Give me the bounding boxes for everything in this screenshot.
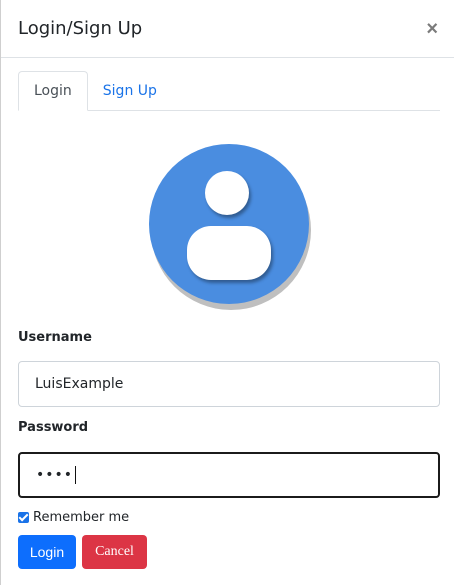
login-modal: Login/Sign Up × Login Sign Up Username L… — [0, 0, 454, 585]
username-input[interactable]: LuisExample — [18, 361, 440, 407]
password-label: Password — [18, 420, 89, 435]
remember-label: Remember me — [33, 510, 130, 525]
password-input[interactable]: •••• — [18, 452, 440, 498]
username-label: Username — [18, 330, 92, 345]
tab-login[interactable]: Login — [18, 71, 88, 111]
tab-bar: Login Sign Up — [18, 71, 440, 111]
close-button[interactable]: × — [426, 19, 438, 39]
modal-header: Login/Sign Up × — [1, 0, 454, 58]
avatar-body — [187, 226, 271, 280]
avatar-area — [18, 111, 440, 326]
remember-checkbox[interactable] — [18, 512, 29, 523]
modal-body: Login Sign Up — [1, 58, 454, 326]
login-button[interactable]: Login — [18, 535, 76, 569]
avatar-head — [205, 171, 249, 215]
user-avatar-icon — [149, 144, 309, 304]
remember-me[interactable]: Remember me — [18, 510, 129, 525]
tab-sign-up[interactable]: Sign Up — [88, 71, 172, 110]
text-caret — [75, 466, 77, 484]
cancel-button[interactable]: Cancel — [82, 535, 147, 569]
password-value: •••• — [36, 467, 74, 483]
username-value: LuisExample — [35, 376, 124, 392]
modal-title: Login/Sign Up — [18, 18, 143, 39]
